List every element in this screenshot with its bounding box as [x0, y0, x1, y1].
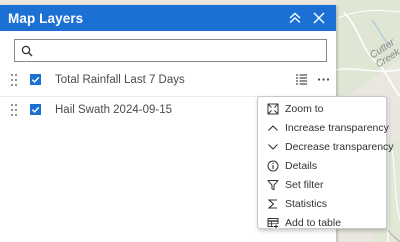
- menu-item-decrease-transparency[interactable]: Decrease transparency: [258, 137, 394, 156]
- layer-label: Hail Swath 2024-09-15: [55, 103, 172, 116]
- legend-list-icon: [295, 74, 307, 85]
- more-options-icon: [317, 78, 329, 81]
- menu-item-zoom-to[interactable]: Zoom to: [258, 99, 386, 118]
- menu-item-set-filter[interactable]: Set filter: [258, 175, 386, 194]
- layer-visibility-checkbox[interactable]: [30, 104, 41, 115]
- menu-item-add-to-table[interactable]: Add to table: [258, 213, 386, 232]
- table-add-icon: [266, 216, 280, 230]
- menu-item-details[interactable]: Details: [258, 156, 386, 175]
- layer-visibility-checkbox[interactable]: [30, 74, 41, 85]
- collapse-button[interactable]: [284, 7, 306, 29]
- menu-item-label: Zoom to: [285, 102, 324, 115]
- sigma-icon: [266, 197, 280, 211]
- search-box[interactable]: [14, 39, 327, 62]
- search-input[interactable]: [39, 40, 326, 61]
- menu-item-label: Details: [285, 159, 318, 172]
- search-icon: [21, 45, 33, 56]
- menu-item-label: Add to table: [285, 216, 342, 229]
- layer-options-button[interactable]: [316, 73, 330, 87]
- search-container: [0, 31, 336, 62]
- menu-item-label: Increase transparency: [285, 121, 389, 134]
- zoom-to-icon: [266, 102, 280, 116]
- panel-title: Map Layers: [8, 10, 84, 26]
- layer-row[interactable]: Total Rainfall Last 7 Days: [0, 65, 336, 94]
- menu-item-statistics[interactable]: Statistics: [258, 194, 386, 213]
- close-icon: [313, 12, 325, 24]
- chevron-down-icon: [266, 140, 280, 154]
- layer-context-menu: Zoom to Increase transparency Decrease t…: [257, 96, 394, 232]
- info-icon: [266, 159, 280, 173]
- drag-handle-icon[interactable]: [11, 103, 17, 116]
- close-button[interactable]: [308, 7, 330, 29]
- drag-handle-icon[interactable]: [11, 73, 17, 86]
- menu-item-label: Decrease transparency: [285, 140, 394, 153]
- checkmark-icon: [31, 106, 40, 113]
- layer-label: Total Rainfall Last 7 Days: [55, 73, 185, 86]
- double-chevron-up-icon: [289, 12, 301, 24]
- filter-icon: [266, 178, 280, 192]
- menu-item-increase-transparency[interactable]: Increase transparency: [258, 118, 389, 137]
- checkmark-icon: [31, 76, 40, 83]
- legend-button[interactable]: [294, 73, 308, 87]
- menu-item-label: Set filter: [285, 178, 324, 191]
- chevron-up-icon: [266, 121, 280, 135]
- menu-item-label: Statistics: [285, 197, 328, 210]
- panel-header: Map Layers: [0, 5, 336, 31]
